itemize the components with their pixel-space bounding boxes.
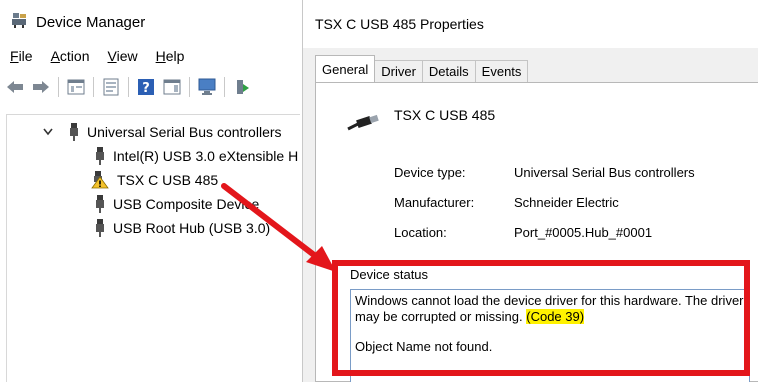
device-manager-icon [10, 11, 28, 33]
properties-sheet-icon [103, 78, 119, 96]
tab-driver[interactable]: Driver [374, 60, 423, 82]
tab-details[interactable]: Details [421, 60, 476, 82]
toolbar-separator [128, 77, 129, 97]
error-code-highlight: (Code 39) [526, 309, 585, 324]
properties-button[interactable] [100, 76, 122, 98]
update-driver-icon [237, 80, 249, 94]
tree-item-label: TSX C USB 485 [117, 172, 219, 188]
device-status-textbox[interactable]: Windows cannot load the device driver fo… [350, 289, 750, 382]
device-manager-window: Device Manager File Action View Help ? U… [0, 0, 300, 382]
tab-general[interactable]: General [315, 55, 376, 82]
monitor-icon [198, 78, 216, 95]
tree-category-label: Universal Serial Bus controllers [87, 124, 282, 140]
tree-item-label: USB Root Hub (USB 3.0) [113, 220, 271, 236]
svg-text:?: ? [142, 81, 150, 96]
status-message-line: Windows cannot load the device driver fo… [355, 293, 745, 325]
manufacturer-label: Manufacturer: [394, 195, 475, 210]
device-manager-title-bar: Device Manager [10, 12, 145, 32]
general-tab-panel: TSX C USB 485 Device type: Universal Ser… [315, 82, 758, 382]
device-type-value: Universal Serial Bus controllers [514, 165, 695, 180]
properties-dialog: TSX C USB 485 Properties General Driver … [302, 0, 758, 382]
toolbar-separator [93, 77, 94, 97]
menu-action[interactable]: Action [51, 48, 90, 64]
toolbar: ? [4, 72, 300, 102]
forward-arrow-icon [33, 81, 49, 93]
update-driver-button[interactable] [231, 76, 253, 98]
menu-help[interactable]: Help [156, 48, 185, 64]
menu-bar: File Action View Help [10, 48, 184, 64]
tree-item-usb-composite[interactable]: USB Composite Device [95, 193, 259, 215]
tree-item-intel-usb[interactable]: Intel(R) USB 3.0 eXtensible H [95, 145, 298, 167]
menu-file[interactable]: File [10, 48, 33, 64]
device-tree: Universal Serial Bus controllers Intel(R… [6, 114, 300, 382]
dialog-title: TSX C USB 485 Properties [315, 16, 484, 32]
warning-icon [91, 171, 109, 189]
device-name: TSX C USB 485 [394, 107, 496, 123]
location-label: Location: [394, 225, 447, 240]
help-icon: ? [138, 79, 154, 96]
forward-button[interactable] [30, 76, 52, 98]
tree-item-label: Intel(R) USB 3.0 eXtensible H [113, 148, 299, 164]
tree-item-tsx-c-usb-485[interactable]: TSX C USB 485 [91, 169, 218, 191]
tab-strip: General Driver Details Events [315, 55, 529, 82]
help-button[interactable]: ? [135, 76, 157, 98]
tab-events[interactable]: Events [474, 60, 529, 82]
back-arrow-icon [7, 81, 23, 93]
show-hide-console-button[interactable] [65, 76, 87, 98]
menu-view[interactable]: View [108, 48, 138, 64]
location-value: Port_#0005.Hub_#0001 [514, 225, 653, 240]
action-pane-icon [163, 79, 181, 95]
usb-plug-icon [96, 219, 104, 237]
toolbar-separator [224, 77, 225, 97]
toolbar-separator [189, 77, 190, 97]
back-button[interactable] [4, 76, 26, 98]
toolbar-separator [58, 77, 59, 97]
scan-hardware-button[interactable] [196, 76, 218, 98]
device-status-legend: Device status [348, 267, 431, 282]
device-type-label: Device type: [394, 165, 466, 180]
usb-plug-icon [96, 195, 104, 213]
console-tree-icon [67, 79, 85, 95]
manufacturer-value: Schneider Electric [514, 195, 619, 210]
usb-plug-icon [70, 123, 78, 141]
tree-item-usb-root-hub[interactable]: USB Root Hub (USB 3.0) [95, 217, 270, 239]
action-pane-button[interactable] [161, 76, 183, 98]
status-detail: Object Name not found. [355, 339, 493, 354]
chevron-down-icon [43, 128, 53, 136]
tree-item-label: USB Composite Device [113, 196, 260, 212]
usb-plug-icon [96, 147, 104, 165]
device-status-group: Device status Windows cannot load the de… [340, 267, 758, 382]
window-title: Device Manager [36, 13, 146, 31]
tree-category-usb-controllers[interactable]: Universal Serial Bus controllers [43, 121, 282, 143]
usb-cable-icon [347, 114, 379, 131]
